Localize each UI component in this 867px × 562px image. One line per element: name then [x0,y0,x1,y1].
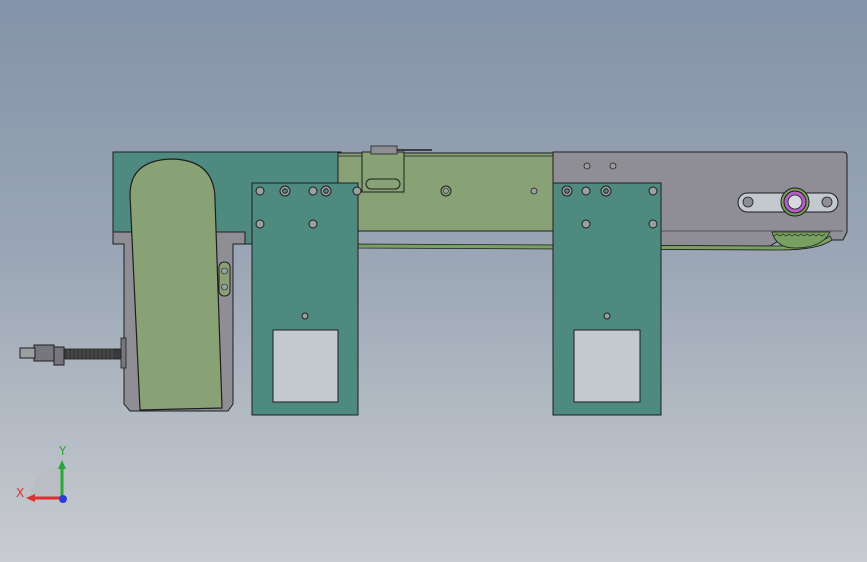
connector-plug [19,347,36,359]
shaft-flange [120,337,127,369]
slot-end-hole-left [742,196,754,208]
assembly-drawing: X Y [16,145,848,503]
bearing-inner [787,194,803,210]
triad-y-arrowhead [58,460,66,469]
mount-plate-right-window [573,329,641,403]
threaded-shaft [63,348,123,360]
motor-cover [129,158,223,411]
cover-adjust-slot [218,261,231,297]
connector-body [33,344,55,362]
connector-nut [53,346,65,366]
coordinate-triad: X Y [16,444,67,503]
triad-x-label: X [16,486,24,500]
mount-plate-left-window [272,329,339,403]
rail-hole-2 [609,162,617,170]
cover-slot-screw-1 [221,267,228,275]
rail-hole-1 [583,162,591,170]
triad-y-label: Y [58,444,67,458]
triad-plane-wedge [30,466,62,498]
triad-z-axis [59,495,67,503]
slot-end-hole-right [821,196,833,208]
beam-middle-hole-1-inner [443,188,449,194]
cover-slot-screw-2 [221,283,228,291]
clamp-slot [365,178,401,190]
beam-middle-hole-2 [530,187,538,195]
cad-viewport[interactable]: X Y [0,0,867,562]
top-clamp-cap [370,145,398,155]
